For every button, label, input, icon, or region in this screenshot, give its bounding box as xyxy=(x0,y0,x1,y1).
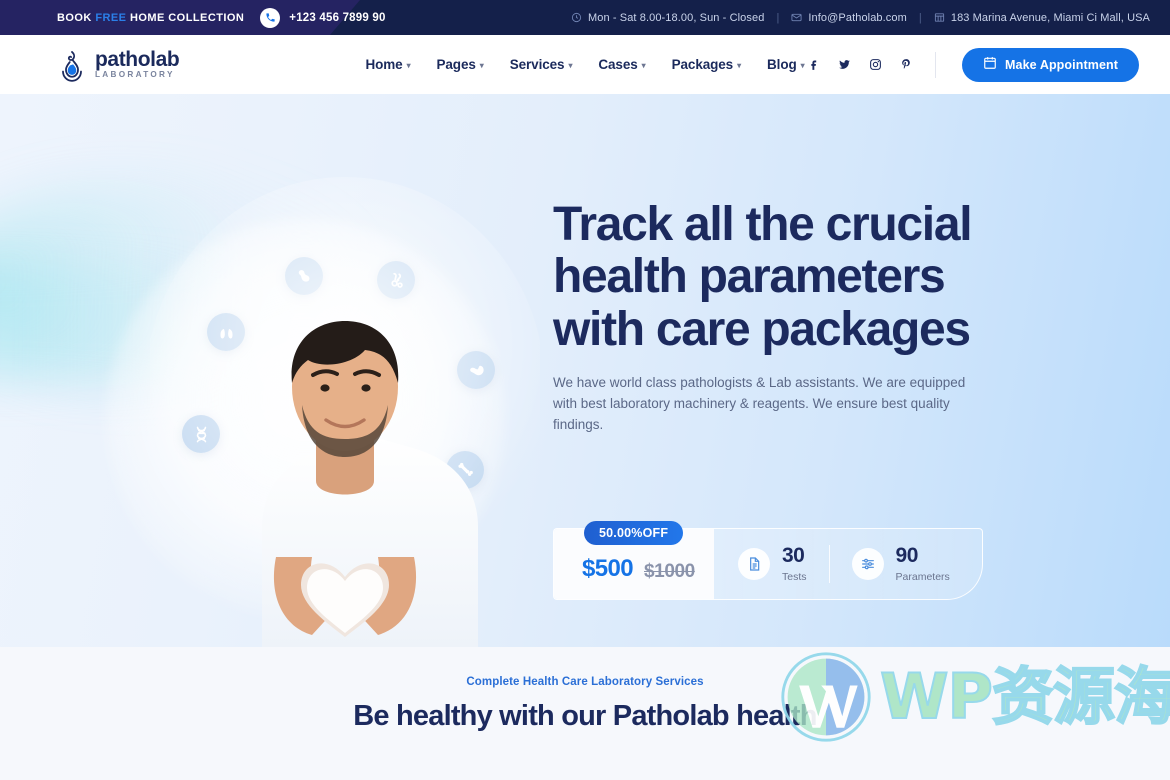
site-logo[interactable]: patholab LABORATORY xyxy=(0,48,180,82)
nav-label-pages: Pages xyxy=(436,57,476,72)
hero-title-line-2: health parameters xyxy=(553,250,946,304)
patholab-logo-icon xyxy=(57,49,87,82)
address-text: 183 Marina Avenue, Miami Ci Mall, USA xyxy=(950,11,1150,24)
hero-title: Track all the crucial health parameters … xyxy=(553,198,1093,356)
package-stats: 30 Tests 90 Parameters xyxy=(714,529,982,599)
chevron-down-icon: ▾ xyxy=(479,61,484,70)
pinterest-icon[interactable] xyxy=(900,58,913,71)
book-word: BOOK xyxy=(57,11,92,24)
topbar-book-label: BOOK FREE HOME COLLECTION xyxy=(57,12,244,24)
chevron-down-icon: ▾ xyxy=(406,61,411,70)
topbar-separator-1: | xyxy=(776,11,780,24)
nav-item-cases[interactable]: Cases ▾ xyxy=(598,57,645,72)
nav-item-blog[interactable]: Blog ▾ xyxy=(767,57,805,72)
nav-label-packages: Packages xyxy=(671,57,734,72)
hero-title-line-1: Track all the crucial xyxy=(553,198,973,251)
logo-wordmark: patholab LABORATORY xyxy=(95,48,180,80)
instagram-icon[interactable] xyxy=(869,58,882,71)
chevron-down-icon: ▾ xyxy=(800,61,805,70)
stat-tests-text: 30 Tests xyxy=(782,545,807,583)
logo-subtitle: LABORATORY xyxy=(95,70,175,80)
top-bar: BOOK FREE HOME COLLECTION +123 456 7899 … xyxy=(0,0,1170,35)
stat-tests-label: Tests xyxy=(782,571,807,583)
report-icon xyxy=(738,548,770,580)
twitter-icon[interactable] xyxy=(838,58,851,71)
main-navigation: Home ▾ Pages ▾ Services ▾ Cases ▾ Packag… xyxy=(365,57,804,72)
header-right-cluster: Make Appointment xyxy=(807,47,1170,82)
chevron-down-icon: ▾ xyxy=(568,61,573,70)
hero-section: Track all the crucial health parameters … xyxy=(0,94,1170,647)
nav-item-pages[interactable]: Pages ▾ xyxy=(437,57,484,72)
chevron-down-icon: ▾ xyxy=(737,61,742,70)
stat-parameters-value: 90 xyxy=(895,544,919,567)
stat-parameters-text: 90 Parameters xyxy=(896,545,950,583)
hero-copy: Track all the crucial health parameters … xyxy=(553,198,1093,436)
nav-label-home: Home xyxy=(365,57,403,72)
email-contact[interactable]: Info@Patholab.com xyxy=(791,11,907,24)
hero-subtitle: We have world class pathologists & Lab a… xyxy=(553,374,966,432)
hero-person-photo xyxy=(145,177,545,647)
topbar-phone-number[interactable]: +123 456 7899 90 xyxy=(289,12,385,24)
chevron-down-icon: ▾ xyxy=(641,61,646,70)
address-contact: 183 Marina Avenue, Miami Ci Mall, USA xyxy=(934,12,1150,24)
home-collection-word: HOME COLLECTION xyxy=(129,11,245,24)
email-text: Info@Patholab.com xyxy=(808,11,907,24)
site-header: patholab LABORATORY Home ▾ Pages ▾ Servi… xyxy=(0,35,1170,94)
social-links xyxy=(807,51,937,78)
nav-label-cases: Cases xyxy=(598,57,638,72)
opening-hours-text: Mon - Sat 8.00-18.00, Sun - Closed xyxy=(587,11,765,24)
section-eyebrow: Complete Health Care Laboratory Services xyxy=(466,676,704,688)
section-title: Be healthy with our Patholab health xyxy=(353,700,817,732)
services-intro-section: Complete Health Care Laboratory Services… xyxy=(0,647,1170,780)
opening-hours: Mon - Sat 8.00-18.00, Sun - Closed xyxy=(571,12,764,24)
free-word: FREE xyxy=(95,11,127,24)
stat-tests-value: 30 xyxy=(782,544,805,567)
phone-icon xyxy=(260,7,281,28)
calendar-icon xyxy=(983,56,997,73)
nav-label-blog: Blog xyxy=(767,57,797,72)
stat-parameters-label: Parameters xyxy=(895,571,950,583)
stat-tests: 30 Tests xyxy=(738,545,807,583)
logo-name: patholab xyxy=(95,48,180,72)
make-appointment-label: Make Appointment xyxy=(1005,57,1118,72)
facebook-icon[interactable] xyxy=(807,58,820,71)
original-price: $1000 xyxy=(644,561,695,582)
nav-label-services: Services xyxy=(509,57,565,72)
stat-parameters: 90 Parameters xyxy=(851,545,950,583)
stat-divider xyxy=(828,545,830,583)
nav-item-home[interactable]: Home ▾ xyxy=(365,57,410,72)
topbar-separator-2: | xyxy=(918,11,922,24)
nav-item-packages[interactable]: Packages ▾ xyxy=(671,57,742,72)
sliders-icon xyxy=(851,548,884,580)
top-bar-right-content: Mon - Sat 8.00-18.00, Sun - Closed | Inf… xyxy=(571,0,1150,35)
discount-badge: 50.00%OFF xyxy=(584,521,684,545)
make-appointment-button[interactable]: Make Appointment xyxy=(962,47,1139,82)
current-price: $500 xyxy=(582,555,634,582)
top-bar-left-content: BOOK FREE HOME COLLECTION +123 456 7899 … xyxy=(0,7,386,28)
hero-title-line-3: with care packages xyxy=(553,302,971,356)
nav-item-services[interactable]: Services ▾ xyxy=(510,57,573,72)
